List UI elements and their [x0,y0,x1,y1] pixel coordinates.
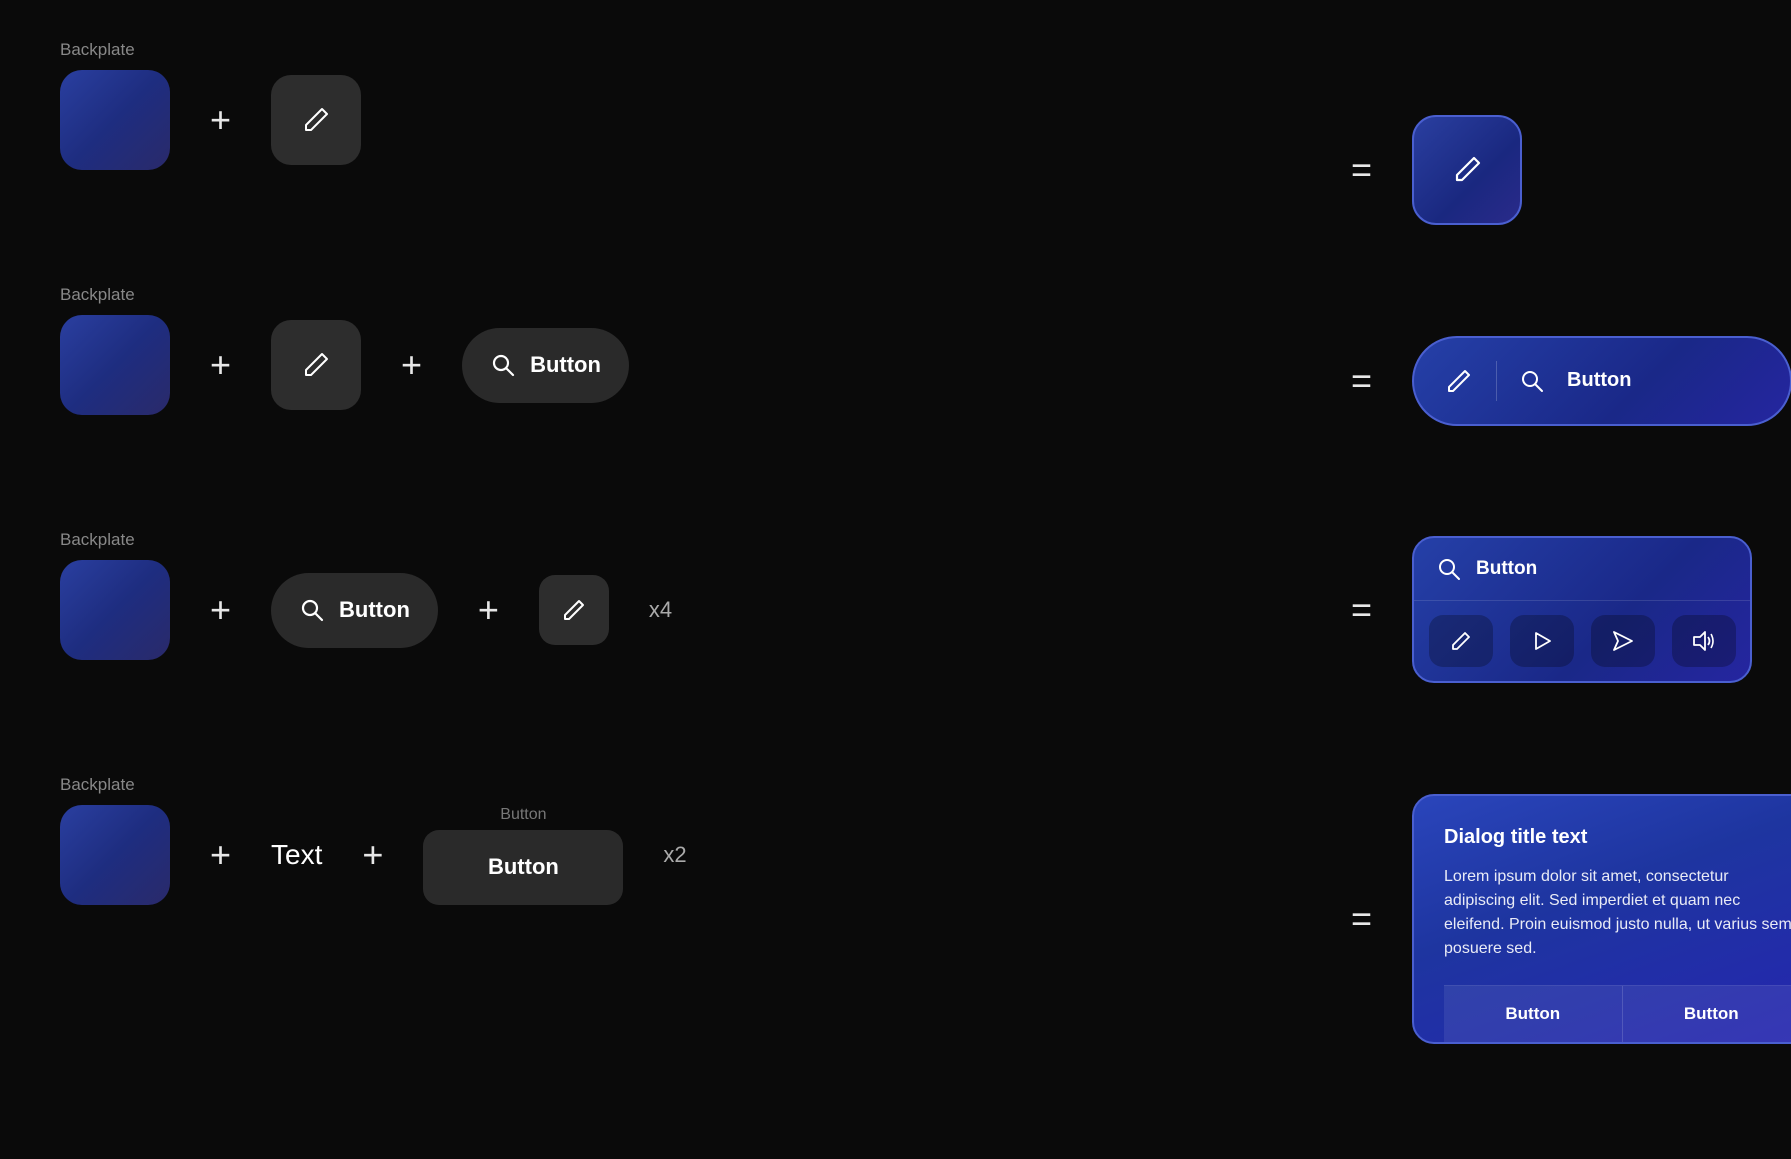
pencil-icon-1 [300,104,332,136]
volume-icon-grid [1692,630,1716,652]
search-icon-result-3 [1436,556,1462,582]
search-icon-3 [299,597,325,623]
result-icon-only[interactable] [1412,115,1522,225]
grid-cell-send[interactable] [1591,615,1655,667]
text-element: Text [271,839,322,871]
backplate-4 [60,805,170,905]
search-icon-result-2 [1519,368,1545,394]
operator-plus-2a: + [210,344,231,386]
grid-cell-play[interactable] [1510,615,1574,667]
operator-plus-4b: + [362,834,383,876]
icon-btn-pencil-1[interactable] [271,75,361,165]
button-pill-4-label: Button [488,854,559,880]
pencil-icon-result-1 [1449,152,1485,188]
left-side: Backplate + Backplate + [0,0,1291,1159]
row3-label: Backplate [60,530,1231,550]
divider-result-2 [1496,361,1497,401]
result-2-btn-label: Button [1567,369,1631,392]
result-2: = Button [1331,336,1791,426]
operator-plus-3a: + [210,589,231,631]
layout: Backplate + Backplate + [0,0,1791,1159]
search-pill-3-label: Button [339,597,410,623]
pencil-icon-grid [1450,630,1472,652]
backplate-3 [60,560,170,660]
operator-plus-3b: + [478,589,499,631]
row4-content: + Text + Button Button x2 [60,805,1231,905]
result-grid-top: Button [1414,538,1750,601]
grid-cell-pencil[interactable] [1429,615,1493,667]
send-icon-grid [1612,630,1634,652]
result-grid[interactable]: Button [1412,536,1752,683]
pencil-icon-result-2 [1444,366,1474,396]
row-2: Backplate + + Button [60,285,1231,475]
result-3: = Button [1331,536,1752,683]
pencil-icon-2 [300,349,332,381]
search-pill-2[interactable]: Button [462,328,629,403]
operator-plus-2b: + [401,344,422,386]
icon-btn-pencil-2[interactable] [271,320,361,410]
result-grid-bottom [1414,601,1750,681]
backplate-2 [60,315,170,415]
icon-btn-pencil-3[interactable] [539,575,609,645]
grid-cell-volume[interactable] [1672,615,1736,667]
right-side: = = Button = [1291,0,1791,1159]
pencil-icon-3 [561,597,587,623]
row-4: Backplate + Text + Button Button x2 [60,775,1231,965]
equals-1: = [1351,149,1372,191]
row2-label: Backplate [60,285,1231,305]
result-icon-search-btn[interactable]: Button [1412,336,1791,426]
result-dialog[interactable]: Dialog title text Lorem ipsum dolor sit … [1412,794,1791,1044]
multiplier-4: x2 [663,842,686,868]
row-3: Backplate + Button + x4 [60,530,1231,720]
operator-plus-1: + [210,99,231,141]
result-4: = Dialog title text Lorem ipsum dolor si… [1331,794,1791,1044]
result-1: = [1331,115,1522,225]
dialog-title: Dialog title text [1444,826,1791,849]
row1-content: + [60,70,1231,170]
result-3-top-label: Button [1476,558,1537,580]
equals-3: = [1351,589,1372,631]
multiplier-3: x4 [649,597,672,623]
button-with-label: Button Button [423,806,623,905]
row1-label: Backplate [60,40,1231,60]
operator-plus-4a: + [210,834,231,876]
dialog-body: Lorem ipsum dolor sit amet, consectetur … [1444,865,1791,961]
backplate-1 [60,70,170,170]
equals-4: = [1351,898,1372,940]
dialog-buttons: Button Button [1444,985,1791,1042]
play-icon-grid [1531,630,1553,652]
search-icon-2 [490,352,516,378]
search-pill-2-label: Button [530,352,601,378]
button-pill-4[interactable]: Button [423,830,623,905]
btn-above-label: Button [500,806,546,824]
row2-content: + + Button [60,315,1231,415]
row-1: Backplate + [60,40,1231,230]
equals-2: = [1351,360,1372,402]
row4-label: Backplate [60,775,1231,795]
row3-content: + Button + x4 [60,560,1231,660]
dialog-btn-1[interactable]: Button [1444,986,1623,1042]
dialog-btn-2[interactable]: Button [1623,986,1791,1042]
search-pill-3[interactable]: Button [271,573,438,648]
